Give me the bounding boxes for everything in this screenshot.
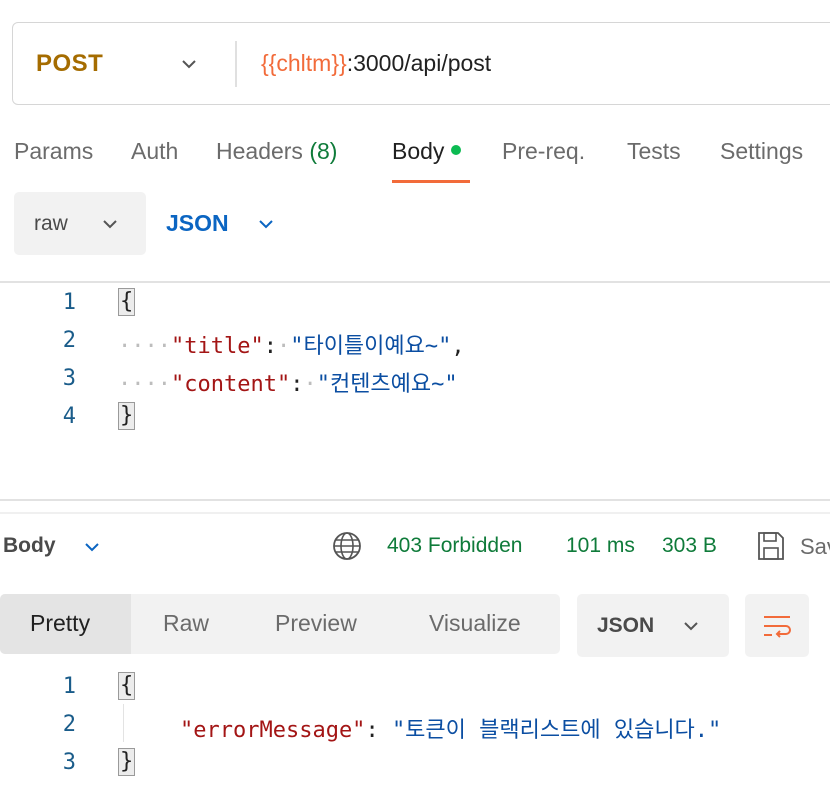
json-string: "토큰이 블랙리스트에 있습니다." bbox=[391, 718, 722, 743]
tab-settings[interactable]: Settings bbox=[720, 138, 803, 165]
tab-body[interactable]: Body bbox=[392, 138, 462, 165]
divider bbox=[0, 281, 830, 283]
url-divider bbox=[235, 41, 237, 87]
json-string: "컨텐츠예요~" bbox=[316, 372, 458, 397]
chevron-down-icon bbox=[684, 622, 698, 631]
json-string: "타이틀이예요~" bbox=[290, 334, 452, 359]
line-number: 2 bbox=[62, 328, 76, 353]
response-body-title[interactable]: Body bbox=[3, 534, 56, 558]
tab-params[interactable]: Params bbox=[14, 138, 93, 165]
active-tab-underline bbox=[392, 180, 470, 183]
open-brace: { bbox=[118, 672, 136, 700]
body-mode-label: raw bbox=[34, 212, 68, 235]
save-response-button[interactable]: Save bbox=[800, 534, 830, 560]
save-icon[interactable] bbox=[756, 530, 786, 562]
line-number: 2 bbox=[62, 712, 76, 737]
line-number: 3 bbox=[62, 366, 76, 391]
globe-icon[interactable] bbox=[331, 530, 363, 562]
tab-headers[interactable]: Headers (8) bbox=[216, 138, 337, 165]
json-key: "errorMessage" bbox=[180, 718, 366, 743]
chevron-down-icon[interactable] bbox=[256, 214, 276, 234]
code-line: "errorMessage": "토큰이 블랙리스트에 있습니다." bbox=[180, 718, 722, 743]
view-tab-raw[interactable]: Raw bbox=[163, 610, 209, 637]
response-format-label: JSON bbox=[597, 614, 655, 637]
json-key: "content" bbox=[170, 372, 291, 397]
divider bbox=[0, 512, 830, 514]
indent-guide bbox=[123, 704, 124, 742]
code-line: } bbox=[118, 748, 136, 776]
response-size[interactable]: 303 B bbox=[662, 534, 717, 558]
line-number: 1 bbox=[62, 674, 76, 699]
line-number: 3 bbox=[62, 750, 76, 775]
code-line: { bbox=[118, 672, 136, 700]
open-brace: { bbox=[118, 288, 136, 316]
body-indicator-dot bbox=[451, 145, 462, 155]
close-brace: } bbox=[118, 402, 136, 430]
response-format-dropdown[interactable]: JSON bbox=[577, 594, 729, 657]
close-brace: } bbox=[118, 748, 136, 776]
body-language-dropdown[interactable]: JSON bbox=[166, 210, 229, 237]
chevron-down-icon[interactable] bbox=[178, 53, 200, 75]
url-bar: POST {{chltm}}:3000/api/post bbox=[12, 22, 830, 105]
code-line: } bbox=[118, 402, 136, 430]
tab-body-label: Body bbox=[392, 138, 445, 164]
code-line: ····"content":·"컨텐츠예요~" bbox=[118, 372, 458, 397]
tab-headers-label: Headers bbox=[216, 138, 303, 164]
body-mode-dropdown[interactable]: raw bbox=[14, 192, 146, 255]
headers-count: (8) bbox=[309, 138, 338, 164]
wrap-lines-button[interactable] bbox=[745, 594, 809, 657]
view-tab-preview[interactable]: Preview bbox=[275, 610, 357, 637]
tab-tests[interactable]: Tests bbox=[627, 138, 681, 165]
url-path: :3000/api/post bbox=[346, 50, 492, 76]
status-code[interactable]: 403 Forbidden bbox=[387, 534, 522, 558]
line-number: 1 bbox=[62, 290, 76, 315]
view-tab-visualize[interactable]: Visualize bbox=[429, 610, 521, 637]
line-number: 4 bbox=[62, 404, 76, 429]
json-key: "title" bbox=[170, 334, 264, 359]
response-time[interactable]: 101 ms bbox=[566, 534, 635, 558]
view-tab-pretty[interactable]: Pretty bbox=[30, 610, 90, 637]
whitespace-dots: ···· bbox=[118, 334, 171, 359]
wrap-lines-icon bbox=[764, 616, 791, 638]
url-variable: {{chltm}} bbox=[261, 50, 347, 76]
whitespace-dots: ···· bbox=[118, 372, 171, 397]
tab-auth[interactable]: Auth bbox=[131, 138, 178, 165]
code-line: ····"title":·"타이틀이예요~", bbox=[118, 334, 465, 359]
chevron-down-icon[interactable] bbox=[82, 537, 102, 557]
chevron-down-icon bbox=[103, 220, 117, 229]
method-select-label[interactable]: POST bbox=[36, 50, 103, 78]
tab-prereq[interactable]: Pre-req. bbox=[502, 138, 585, 165]
url-input[interactable]: {{chltm}}:3000/api/post bbox=[261, 50, 491, 77]
code-line: { bbox=[118, 288, 136, 316]
divider bbox=[0, 499, 830, 501]
